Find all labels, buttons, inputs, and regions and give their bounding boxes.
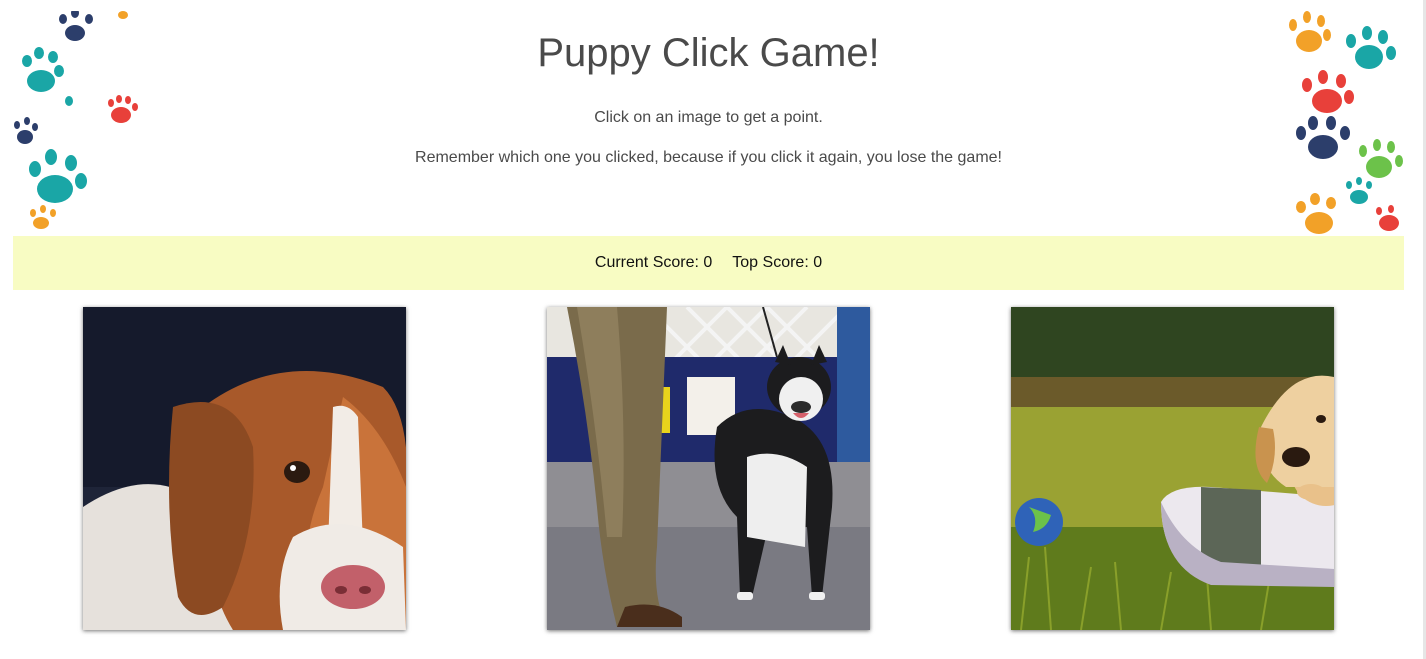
puppy-card-golden[interactable] <box>1011 307 1334 630</box>
top-score: Top Score: 0 <box>732 254 823 271</box>
puppy-card-husky[interactable] <box>547 307 870 630</box>
score-bar: Current Score: 0 Top Score: 0 <box>13 236 1404 290</box>
beagle-puppy-image <box>83 307 406 630</box>
golden-puppy-image <box>1011 307 1334 630</box>
page-title: Puppy Click Game! <box>537 31 880 75</box>
header-banner: Puppy Click Game! Click on an image to g… <box>13 11 1404 236</box>
instruction-text: Click on an image to get a point. <box>594 109 823 126</box>
current-score: Current Score: 0 <box>594 254 713 271</box>
husky-image <box>547 307 870 630</box>
warning-text: Remember which one you clicked, because … <box>415 149 1002 166</box>
puppy-card-beagle[interactable] <box>83 307 406 630</box>
page: Puppy Click Game! Click on an image to g… <box>0 0 1426 659</box>
